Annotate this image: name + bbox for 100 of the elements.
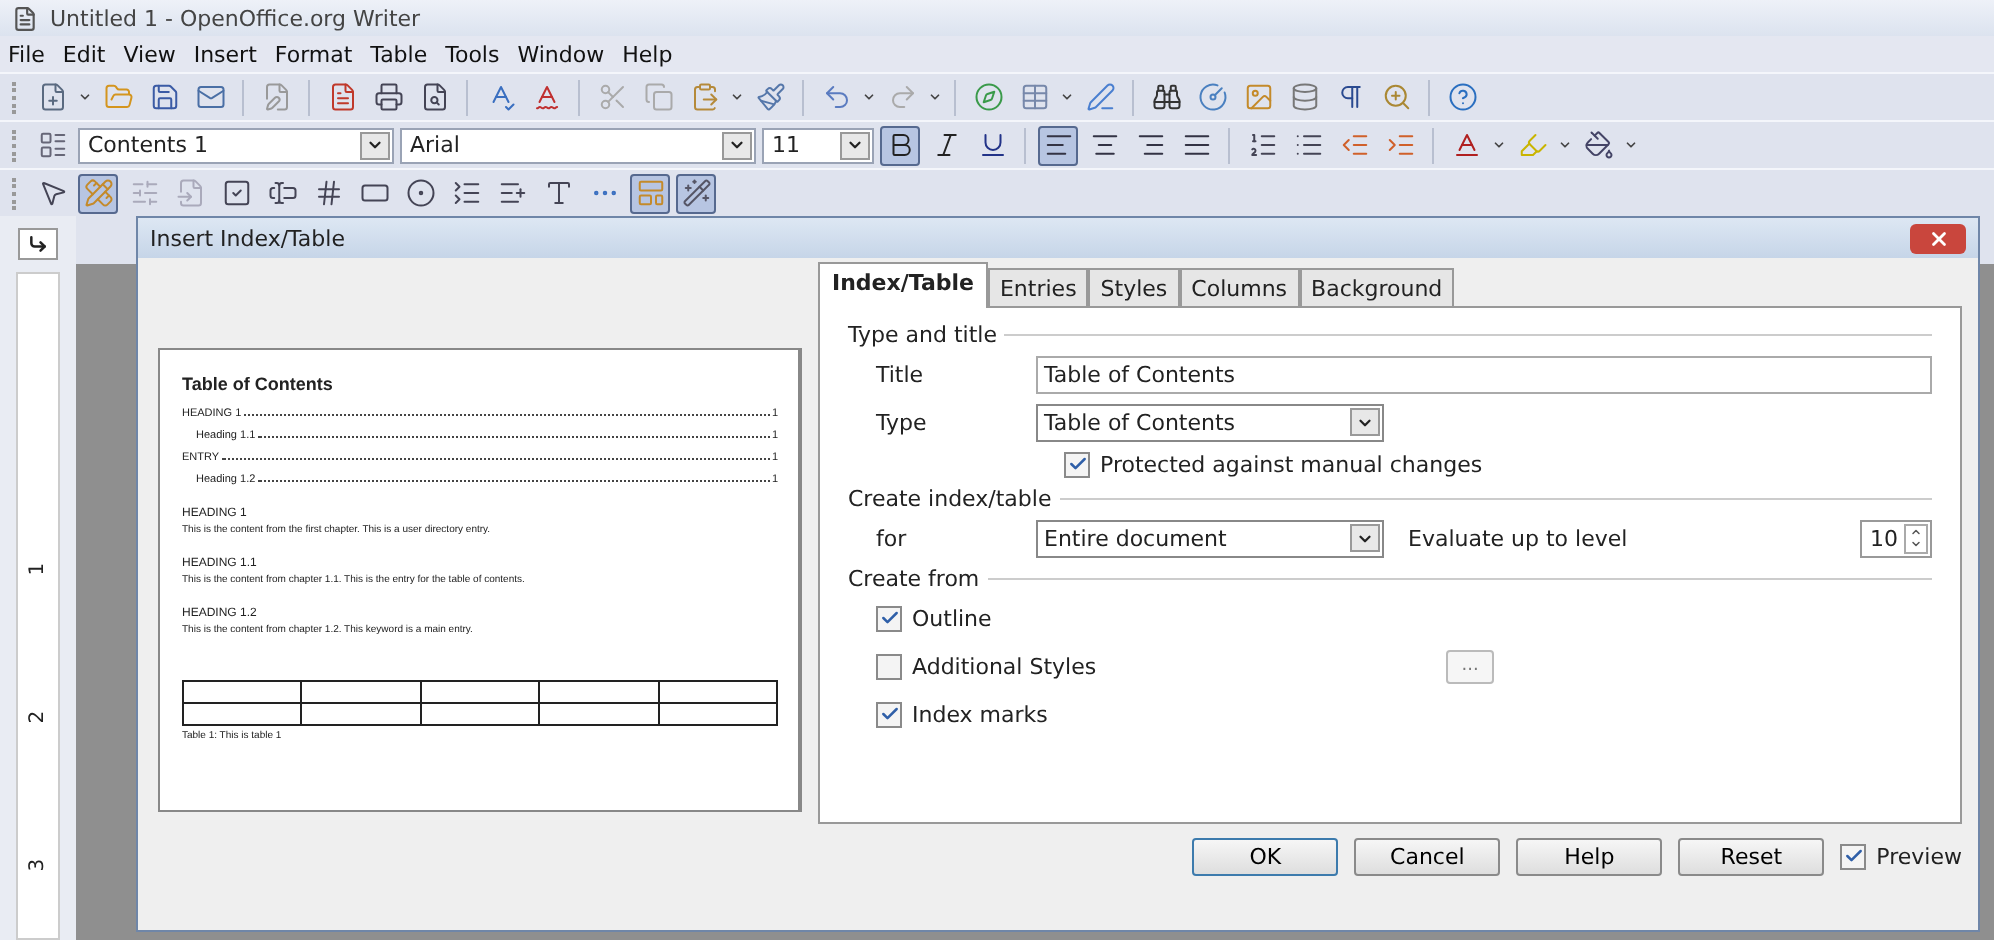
dialog-button[interactable]: Cancel [1354,837,1501,875]
check-icon [879,608,899,628]
check-icon [1843,846,1864,866]
spin-up-icon[interactable] [1910,526,1922,538]
align-left-icon [1043,130,1073,160]
underline-icon [977,130,1007,160]
save-icon [149,82,179,112]
spin-down-icon[interactable] [1910,538,1922,550]
paint-bucket-icon [1583,130,1613,160]
tab[interactable]: Entries [987,268,1089,306]
app-icon [12,5,38,31]
page-preview-icon [419,82,449,112]
menu-item[interactable]: Edit [62,41,106,67]
outdent-icon [1339,130,1369,160]
checkbox-label: Index marks [912,701,1048,727]
styles-icon [37,130,67,160]
checkbox-label: Preview [1876,843,1962,869]
undo-icon [821,82,851,112]
cut-icon [597,82,627,112]
tab[interactable]: Columns [1179,268,1300,306]
menu-item[interactable]: Tools [445,41,500,67]
dialog-button[interactable]: OK [1192,837,1339,875]
type-select[interactable]: Table of Contents [1036,403,1384,441]
menu-item[interactable]: Format [274,41,353,67]
paste-icon [689,82,719,112]
styles-options-button[interactable]: ... [1446,649,1495,683]
help-icon [1447,82,1477,112]
copy-icon [643,82,673,112]
checkbox-label: Protected against manual changes [1100,451,1483,477]
title-input[interactable]: Table of Contents [1036,355,1932,393]
font-color-icon [1451,130,1481,160]
checkbox-label: Outline [912,605,992,631]
menu-item[interactable]: View [123,41,176,67]
toolbar-button[interactable] [1038,125,1078,165]
tab-stop-button[interactable] [18,228,58,260]
label-field-icon [543,178,573,208]
print-icon [373,82,403,112]
font-size-combo[interactable]: 11 [762,127,874,163]
tab[interactable]: Styles [1088,268,1180,306]
pdf-icon [327,82,357,112]
new-document-icon [37,82,67,112]
folder-icon [103,82,133,112]
menu-item[interactable]: Insert [193,41,257,67]
group-heading: Type and title [848,321,997,347]
menu-item[interactable]: Window [517,41,605,67]
numbered-list-icon [1247,130,1277,160]
autospellcheck-icon [531,82,561,112]
style-combo[interactable]: Contents 1 [78,127,394,163]
dialog-button[interactable]: Help [1516,837,1663,875]
ruler-number: 2 [27,709,49,723]
field-label: for [876,525,909,551]
level-spinner[interactable]: 10 [1860,519,1932,557]
preview-title: Table of Contents [182,374,335,394]
close-icon [1927,227,1949,249]
table-icon [1019,82,1049,112]
menu-item[interactable]: Table [370,41,428,67]
pointer-icon [37,178,67,208]
scope-select[interactable]: Entire document [1036,519,1384,557]
checkbox-icon [221,178,251,208]
ruler-number: 3 [27,857,49,871]
image-icon [1243,82,1273,112]
pilcrow-icon [1335,82,1365,112]
redo-icon [887,82,917,112]
field-label: Title [876,361,926,387]
group-heading: Create index/table [848,485,1052,511]
wizard-icon [681,178,711,208]
pen-icon [1085,82,1115,112]
binoculars-icon [1151,82,1181,112]
italic-icon [931,130,961,160]
font-combo[interactable]: Arial [400,127,756,163]
tab-stop-icon [28,234,48,254]
edit-file-icon [261,82,291,112]
align-right-icon [1135,130,1165,160]
close-button[interactable] [1910,223,1966,253]
bullet-list-icon [1293,130,1323,160]
dialog-title: Insert Index/Table [150,225,345,251]
toolbar-button[interactable] [676,173,716,213]
radio-icon [405,178,435,208]
mail-icon [195,82,225,112]
group-heading: Create from [848,565,980,591]
checkbox[interactable] [1840,843,1867,869]
menu-item[interactable]: Help [622,41,673,67]
tab[interactable]: Background [1299,268,1455,306]
dialog-button[interactable]: Reset [1678,837,1825,875]
highlighter-icon [1517,130,1547,160]
zoom-icon [1381,82,1411,112]
align-center-icon [1089,130,1119,160]
tab[interactable]: Index/Table [818,262,988,308]
check-icon [1067,454,1087,474]
checkbox[interactable] [876,701,902,727]
checkbox[interactable] [876,653,902,679]
menu-item[interactable]: File [8,41,45,67]
checkbox-label: Additional Styles [912,653,1097,679]
checkbox[interactable] [876,605,902,631]
check-icon [879,704,899,724]
list-box-icon [451,178,481,208]
field-label: Evaluate up to level [1408,525,1628,551]
checkbox[interactable] [1064,451,1090,477]
gauge-icon [1197,82,1227,112]
toolbar-button[interactable] [880,125,920,165]
